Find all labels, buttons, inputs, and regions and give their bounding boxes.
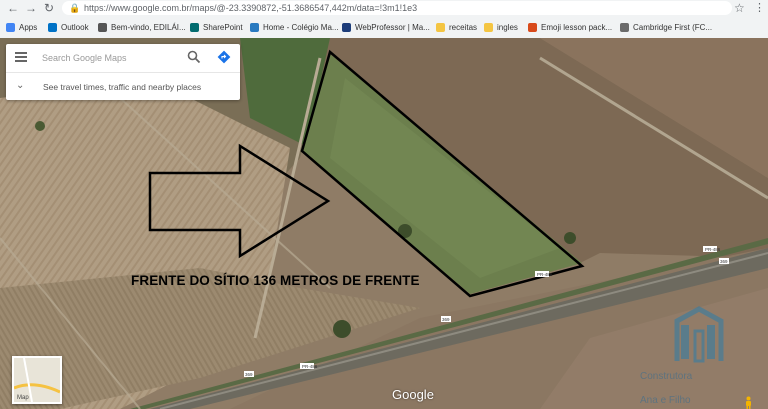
bookmark-item[interactable]: Home - Colégio Ma... [250, 20, 339, 35]
watermark-line1: Construtora [640, 371, 693, 382]
bookmark-label: Outlook [61, 23, 89, 32]
hamburger-menu-icon[interactable] [15, 52, 27, 63]
bookmark-label: Bem-vindo, EDILÁI... [111, 23, 186, 32]
bookmark-label: Apps [19, 23, 38, 32]
bookmark-label: receitas [449, 23, 478, 32]
search-row: Search Google Maps [6, 44, 240, 73]
bookmark-label: Home - Colégio Ma... [263, 23, 339, 32]
bookmark-item[interactable]: ingles [484, 20, 518, 35]
emoji-icon [528, 23, 537, 32]
page-icon [98, 23, 107, 32]
folder-icon [436, 23, 445, 32]
bookmark-item[interactable]: receitas [436, 20, 477, 35]
webprofessor-icon [342, 23, 351, 32]
search-input[interactable]: Search Google Maps [42, 51, 127, 65]
bookmark-item[interactable]: SharePoint [190, 20, 243, 35]
travel-times-link[interactable]: See travel times, traffic and nearby pla… [43, 80, 201, 94]
street-view-pegman-icon[interactable] [744, 396, 753, 409]
map-layer-toggle[interactable]: Map [12, 356, 62, 404]
url-text[interactable]: https://www.google.com.br/maps/@-23.3390… [84, 1, 417, 15]
watermark-line2: Ana e Filho [640, 395, 691, 406]
back-icon[interactable]: ← [6, 1, 20, 15]
bookmark-star-icon[interactable]: ☆ [734, 0, 745, 16]
search-icon[interactable] [187, 50, 201, 64]
construtora-logo-icon [674, 306, 724, 363]
check-icon [620, 23, 629, 32]
browser-menu-icon[interactable]: ⋮ [754, 0, 765, 16]
apps-grid-icon [6, 23, 15, 32]
browser-chrome: ← → ↻ 🔒 https://www.google.com.br/maps/@… [0, 0, 768, 39]
folder-icon [484, 23, 493, 32]
bookmark-item[interactable]: Outlook [48, 20, 89, 35]
bookmark-item[interactable]: Bem-vindo, EDILÁI... [98, 20, 186, 35]
property-caption: FRENTE DO SÍTIO 136 METROS DE FRENTE [131, 273, 420, 288]
chevron-down-icon[interactable]: ⌄ [16, 79, 24, 93]
bookmark-item[interactable]: Apps [6, 20, 37, 35]
bookmark-label: Emoji lesson pack... [541, 23, 613, 32]
minimap-label: Map [17, 395, 29, 401]
reload-icon[interactable]: ↻ [42, 1, 56, 15]
forward-icon[interactable]: → [24, 1, 38, 15]
browser-nav-row: ← → ↻ 🔒 https://www.google.com.br/maps/@… [0, 0, 768, 17]
bookmark-label: SharePoint [203, 23, 243, 32]
school-icon [250, 23, 259, 32]
bookmark-label: Cambridge First (FC... [633, 23, 713, 32]
bookmark-item[interactable]: WebProfessor | Ma... [342, 20, 430, 35]
bookmark-item[interactable]: Emoji lesson pack... [528, 20, 612, 35]
bookmark-label: ingles [497, 23, 518, 32]
bookmark-item[interactable]: Cambridge First (FC... [620, 20, 712, 35]
bookmark-label: WebProfessor | Ma... [355, 23, 430, 32]
sharepoint-icon [190, 23, 199, 32]
maps-search-panel: Search Google Maps ⌄ See travel times, t… [6, 44, 240, 100]
lock-icon: 🔒 [69, 3, 81, 13]
bookmarks-bar: Apps Outlook Bem-vindo, EDILÁI... SharePoin… [0, 18, 768, 37]
outlook-icon [48, 23, 57, 32]
google-logo: Google [392, 387, 434, 402]
travel-times-row[interactable]: ⌄ See travel times, traffic and nearby p… [6, 73, 240, 100]
address-bar[interactable]: 🔒 https://www.google.com.br/maps/@-23.33… [62, 1, 732, 15]
directions-icon[interactable] [217, 50, 231, 64]
